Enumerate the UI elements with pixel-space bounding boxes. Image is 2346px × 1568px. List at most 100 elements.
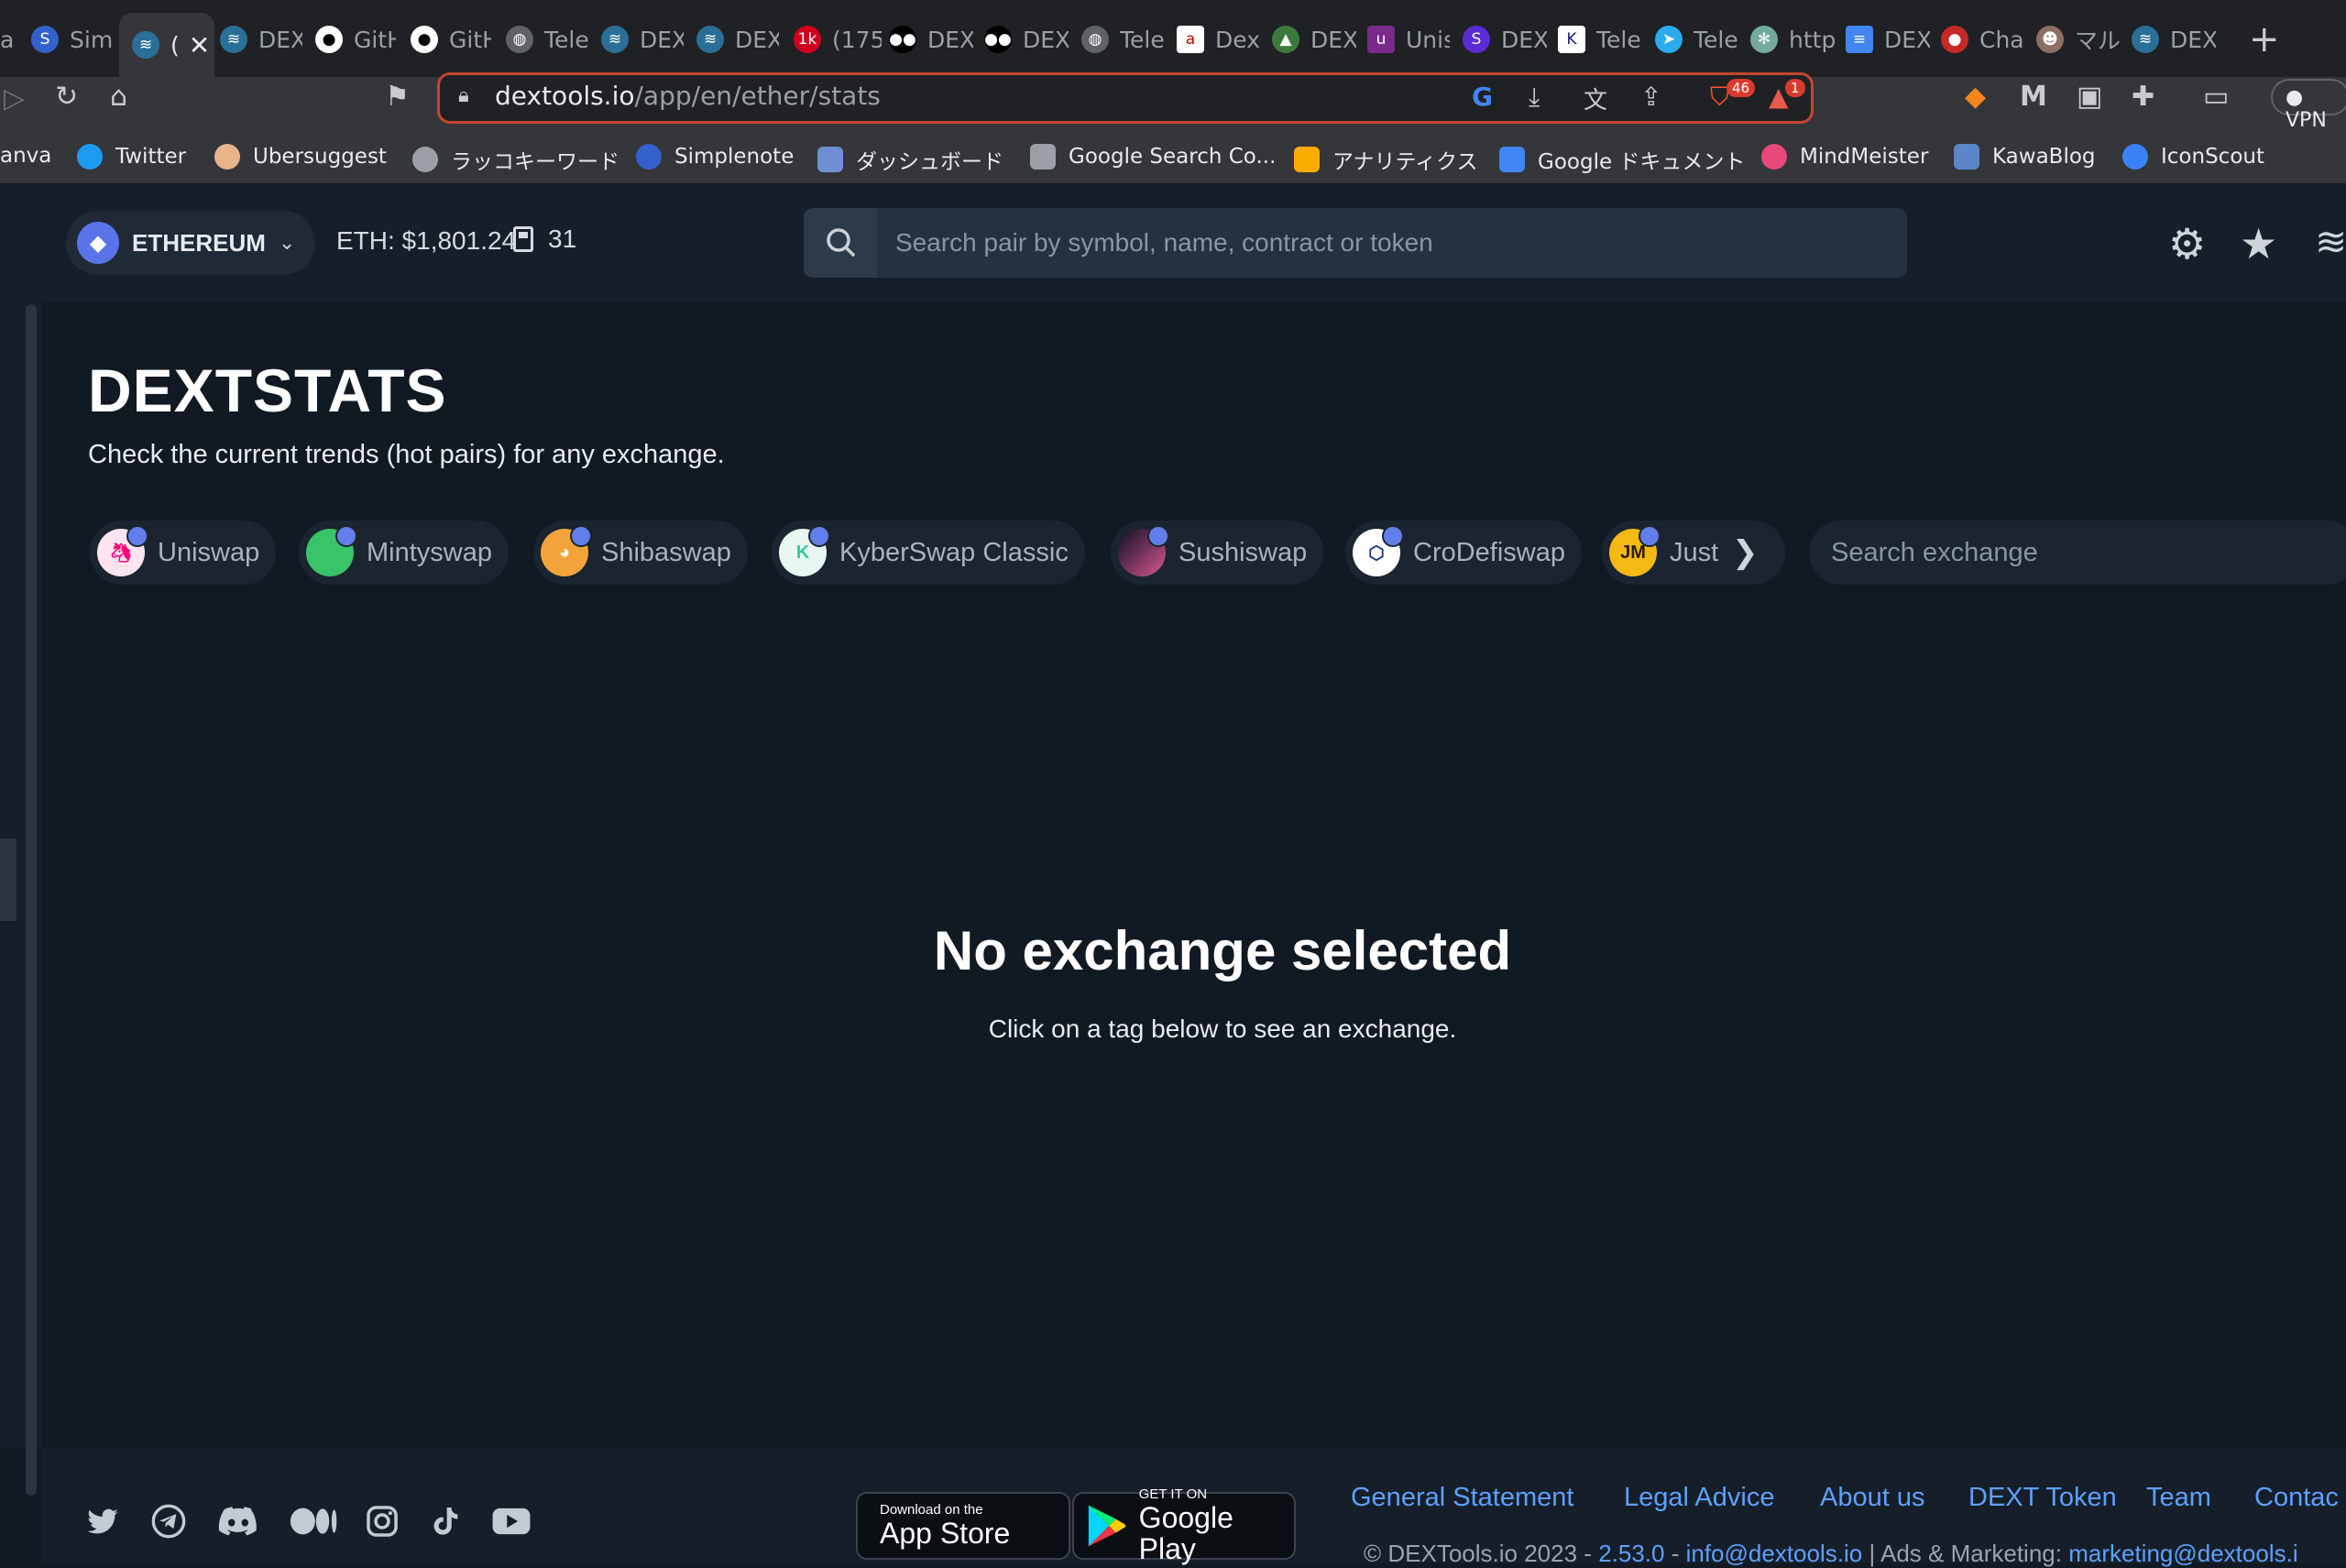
browser-tab[interactable]: ✻ http xyxy=(1750,16,1835,62)
footer-link-contact[interactable]: Contac xyxy=(2254,1483,2339,1513)
pair-search-input[interactable] xyxy=(895,221,1885,265)
new-tab-icon[interactable]: + xyxy=(2249,18,2280,60)
browser-tab[interactable]: ◍ Tele xyxy=(506,16,588,62)
browser-tab[interactable]: ≋ DEX xyxy=(220,16,302,62)
medium-icon[interactable] xyxy=(290,1503,339,1540)
share-icon[interactable]: ⇪ xyxy=(1640,82,1661,112)
google-play-button[interactable]: GET IT ON Google Play xyxy=(1072,1487,1296,1564)
extension-square-icon[interactable]: ▣ xyxy=(2077,81,2102,113)
forward-icon[interactable]: ▷ xyxy=(4,82,25,115)
m-extension-icon[interactable]: M xyxy=(2020,81,2047,113)
search-button[interactable] xyxy=(804,208,877,278)
chevron-right-icon[interactable]: ❯ xyxy=(1732,534,1759,571)
browser-tab[interactable]: S Sim xyxy=(31,16,112,62)
frog-icon: ▲ xyxy=(1272,26,1299,53)
browser-tab[interactable]: ≡ DEX xyxy=(1846,16,1930,62)
metamask-icon[interactable]: ◆ xyxy=(1965,81,1986,113)
twitter-icon[interactable] xyxy=(84,1503,121,1540)
exchange-tag-kyberswap[interactable]: K KyberSwap Classic xyxy=(772,521,1085,585)
close-tab-icon[interactable]: ✕ xyxy=(189,30,210,60)
bookmark-simplenote[interactable]: Simplenote xyxy=(636,144,794,170)
browser-tab[interactable]: ▲ DEX xyxy=(1272,16,1356,62)
browser-tab[interactable]: 1k (175 xyxy=(794,16,882,62)
bookmark-dashboard[interactable]: ダッシュボード xyxy=(817,144,1003,175)
settings-gear-icon[interactable]: ⚙ xyxy=(2168,219,2206,269)
browser-tab[interactable]: ●● DEX xyxy=(889,16,973,62)
a2c-icon: a xyxy=(1177,26,1204,53)
browser-tab[interactable]: ● Cha xyxy=(1941,16,2025,62)
browser-tab[interactable]: a xyxy=(0,16,15,62)
bookmark-search-console[interactable]: Google Search Co... xyxy=(1030,144,1276,170)
chain-selector[interactable]: ◆ ETHEREUM ⌄ xyxy=(66,211,315,275)
bookmark-google-docs[interactable]: Google ドキュメント xyxy=(1499,144,1745,175)
bookmark-analytics[interactable]: アナリティクス xyxy=(1294,144,1477,175)
reload-icon[interactable]: ↻ xyxy=(55,81,78,113)
telegram-icon[interactable] xyxy=(150,1503,187,1540)
bookmark-twitter[interactable]: Twitter xyxy=(77,144,186,170)
app-store-button[interactable]: Download on the App Store xyxy=(856,1492,1070,1560)
browser-tab[interactable]: ≋ DEX xyxy=(2132,16,2216,62)
github-icon: ● xyxy=(411,26,438,53)
install-icon[interactable]: ⤓ xyxy=(1529,82,1540,113)
footer-link-dext-token[interactable]: DEXT Token xyxy=(1968,1483,2117,1513)
translate-icon[interactable]: 文 xyxy=(1584,82,1607,115)
exchange-tag-shibaswap[interactable]: ◕ Shibaswap xyxy=(533,521,748,585)
exchange-tag-uniswap[interactable]: 🦄︎ Uniswap xyxy=(90,521,277,585)
browser-tab[interactable]: ● GitH xyxy=(315,16,396,62)
footer-link-about-us[interactable]: About us xyxy=(1820,1483,1924,1513)
vpn-button[interactable]: ● VPN xyxy=(2271,79,2346,132)
discord-icon[interactable] xyxy=(218,1503,258,1540)
google-icon[interactable]: G xyxy=(1472,82,1493,112)
browser-tab[interactable]: ◍ Tele xyxy=(1081,16,1164,62)
browser-tab[interactable]: ☻ マル xyxy=(2036,16,2121,62)
browser-tab[interactable]: K Tele xyxy=(1558,16,1642,62)
url-text[interactable]: dextools.io/app/en/ether/stats xyxy=(495,81,881,111)
sushiswap-icon xyxy=(1118,525,1169,576)
exchange-tag-mintyswap[interactable]: Mintyswap xyxy=(299,521,509,585)
exchange-search-input[interactable] xyxy=(1831,532,2326,574)
youtube-icon[interactable] xyxy=(491,1503,532,1540)
browser-tab[interactable]: ●● DEX xyxy=(984,16,1069,62)
browser-tab-strip: a S Sim ≋ ( ✕ ≋ DEX ● GitH ● GitH ◍ Tele… xyxy=(0,0,2346,77)
browser-tab[interactable]: u Unis xyxy=(1367,16,1450,62)
medium-icon: ●● xyxy=(889,26,916,53)
bookmark-kawablog[interactable]: KawaBlog xyxy=(1954,144,2096,170)
bookmark-iconscout[interactable]: IconScout xyxy=(2122,144,2264,170)
browser-tab[interactable]: ≋ DEX xyxy=(696,16,779,62)
exchange-tag-crodefiswap[interactable]: ⬡ CroDefiswap xyxy=(1345,521,1582,585)
telegram-icon: ➤ xyxy=(1655,26,1683,53)
brave-badge: 46 xyxy=(1727,79,1756,97)
search-console-icon xyxy=(1030,144,1056,170)
browser-tab[interactable]: ≋ DEX xyxy=(601,16,684,62)
sidebar-toggle[interactable] xyxy=(0,839,16,921)
home-icon[interactable]: ⌂ xyxy=(110,81,127,113)
globe-icon: ◍ xyxy=(506,26,533,53)
extensions-puzzle-icon[interactable]: ✚ xyxy=(2132,81,2154,113)
bookmark-canva[interactable]: anva xyxy=(0,144,51,168)
bookmark-ubersuggest[interactable]: Ubersuggest xyxy=(214,144,387,170)
copyright: © DEXTools.io 2023 - 2.53.0 - info@dexto… xyxy=(1364,1540,2298,1567)
dextools-logo-icon[interactable]: ≋ xyxy=(2315,219,2346,264)
browser-tab[interactable]: ● GitH xyxy=(411,16,491,62)
page-title: DEXTSTATS xyxy=(88,356,447,424)
footer-link-legal-advice[interactable]: Legal Advice xyxy=(1624,1483,1774,1513)
instagram-icon[interactable] xyxy=(365,1503,400,1540)
browser-tab[interactable]: a Dex xyxy=(1177,16,1259,62)
exchange-tag-sushiswap[interactable]: Sushiswap xyxy=(1111,521,1324,585)
browser-tab[interactable]: ➤ Tele xyxy=(1655,16,1738,62)
kawablog-icon xyxy=(1954,144,1979,170)
browser-tab-active[interactable]: ≋ ( ✕ xyxy=(119,13,214,77)
browser-tab[interactable]: S DEX xyxy=(1463,16,1547,62)
tiktok-icon[interactable] xyxy=(429,1503,462,1540)
footer-link-team[interactable]: Team xyxy=(2146,1483,2211,1513)
favorites-star-icon[interactable]: ★ xyxy=(2240,219,2277,269)
bookmark-rakko[interactable]: ラッコキーワード xyxy=(412,144,619,175)
left-sidebar xyxy=(0,302,42,1496)
bookmark-mindmeister[interactable]: MindMeister xyxy=(1761,144,1928,170)
simplenote-icon xyxy=(636,144,662,170)
lock-icon[interactable]: 🔒︎ xyxy=(458,84,469,107)
footer-link-general-statement[interactable]: General Statement xyxy=(1351,1483,1573,1513)
wallet-icon[interactable]: ▭ xyxy=(2203,81,2229,113)
bookmark-icon[interactable]: ⚑ xyxy=(385,81,410,113)
sidebar-scrollbar[interactable] xyxy=(26,304,37,1496)
